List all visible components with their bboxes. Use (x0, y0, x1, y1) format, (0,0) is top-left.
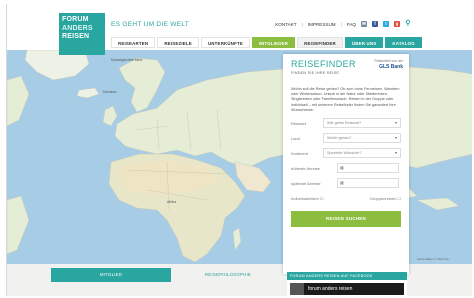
chevron-down-icon: ▾ (394, 120, 397, 126)
nav-mitglieder[interactable]: MITGLIEDER (252, 37, 296, 48)
main-nav: REISEARTEN REISEZIELE UNTERKÜNFTE MITGLI… (111, 37, 422, 48)
logo-line-1: FORUM (62, 16, 89, 23)
date-row: späteste Abreise ▦ (291, 178, 401, 189)
checkbox-label: Gruppenreisen (369, 195, 397, 201)
select-value: Spezielle Wünsche? (327, 151, 362, 156)
map-label-sea: Norwegisches Meer (111, 58, 143, 62)
impressum-link[interactable]: IMPRESSUM (308, 22, 336, 27)
facebook-widget-header: FORUM ANDERS REISEN AUF FACEBOOK (287, 272, 407, 280)
page-avatar (290, 283, 304, 295)
nav-reisearten[interactable]: REISEARTEN (111, 37, 156, 48)
search-icon[interactable]: ⚲ (405, 20, 411, 27)
calendar-icon: ▦ (340, 180, 344, 186)
date-to-input[interactable]: ▦ (337, 178, 399, 189)
facebook-icon[interactable]: f (372, 21, 378, 27)
logo-line-2: ANDERS (62, 24, 93, 32)
page-frame: FORUM ANDERS REISEN ES GEHT UM DIE WELT … (6, 4, 472, 296)
facebook-widget[interactable]: FORUM ANDERS REISEN AUF FACEBOOK forum a… (287, 272, 407, 296)
site-logo[interactable]: FORUM ANDERS REISEN (59, 13, 105, 55)
nav-katalog[interactable]: KATALOG (385, 37, 422, 48)
filter-label: Reiseart (291, 120, 306, 126)
individual-checkbox[interactable]: Individualreisen ☐ (291, 196, 324, 201)
map-label-africa: Afrika (167, 200, 177, 204)
checkbox-label: Individualreisen (291, 195, 319, 201)
chevron-down-icon: ▾ (394, 135, 397, 141)
filter-label: Land (291, 135, 300, 141)
faq-link[interactable]: FAQ (347, 22, 356, 27)
filter-row: Kontinent Spezielle Wünsche? ▾ (291, 148, 401, 159)
kontinent-select[interactable]: Spezielle Wünsche? ▾ (323, 148, 401, 159)
chevron-down-icon: ▾ (394, 150, 397, 156)
facebook-page-name: forum anders reisen (308, 286, 353, 292)
reisefinder-panel: REISEFINDER FINDEN SIE IHRE REISE Präsen… (283, 54, 409, 274)
finder-subtitle: FINDEN SIE IHRE REISE (291, 71, 340, 75)
date-from-label: früheste Anreise (291, 165, 320, 171)
nav-reisefinder[interactable]: REISEFINDER (297, 37, 343, 48)
map-attribution: Kartendaten © 2013 Go... (417, 257, 452, 261)
filter-row: Reiseart Wie gehts Reiseart? ▾ (291, 118, 401, 129)
search-trips-button[interactable]: REISEN SUCHEN (291, 211, 401, 228)
checkbox-row: Individualreisen ☐ Gruppenreisen ☐ (291, 193, 401, 203)
sponsor-logo: GLS Bank (379, 64, 403, 70)
site-header: FORUM ANDERS REISEN ES GEHT UM DIE WELT … (7, 4, 472, 55)
sponsor-block[interactable]: Präsentiert von der GLS Bank (374, 59, 403, 70)
date-row: früheste Anreise ▦ (291, 163, 401, 174)
tab-reisephilosophie[interactable]: REISEPHILOSOPHIE (171, 268, 285, 282)
mail-icon[interactable]: ✉ (361, 21, 367, 27)
utility-links: KONTAKT | IMPRESSUM | FAQ ✉ f t g ⚲ (275, 20, 411, 27)
land-select[interactable]: Wohin genau? ▾ (323, 133, 401, 144)
nav-ueber-uns[interactable]: ÜBER UNS (344, 37, 384, 48)
finder-intro: Wohin soll die Reise gehen? Ob zum ohne … (291, 87, 400, 112)
select-value: Wie gehts Reiseart? (327, 121, 362, 126)
group-checkbox[interactable]: Gruppenreisen ☐ (370, 196, 401, 201)
select-value: Wohin genau? (327, 136, 352, 141)
reiseart-select[interactable]: Wie gehts Reiseart? ▾ (323, 118, 401, 129)
filter-label: Kontinent (291, 150, 308, 156)
logo-line-3: REISEN (62, 33, 90, 40)
map-label-nordsee: Nordsee (103, 90, 117, 94)
tab-mitglied[interactable]: MITGLIED (51, 268, 171, 282)
date-from-input[interactable]: ▦ (337, 163, 399, 174)
nav-reiseziele[interactable]: REISEZIELE (157, 37, 199, 48)
tagline: ES GEHT UM DIE WELT (111, 21, 190, 28)
googleplus-icon[interactable]: g (394, 21, 400, 27)
date-to-label: späteste Abreise (291, 180, 321, 186)
facebook-page-banner[interactable]: forum anders reisen (290, 283, 404, 295)
nav-unterkuenfte[interactable]: UNTERKÜNFTE (200, 37, 251, 48)
kontakt-link[interactable]: KONTAKT (275, 22, 296, 27)
twitter-icon[interactable]: t (383, 21, 389, 27)
separator: | (301, 21, 303, 27)
filter-row: Land Wohin genau? ▾ (291, 133, 401, 144)
calendar-icon: ▦ (340, 165, 344, 171)
sponsor-prefix: Präsentiert von der (374, 59, 403, 63)
separator: | (340, 21, 342, 27)
